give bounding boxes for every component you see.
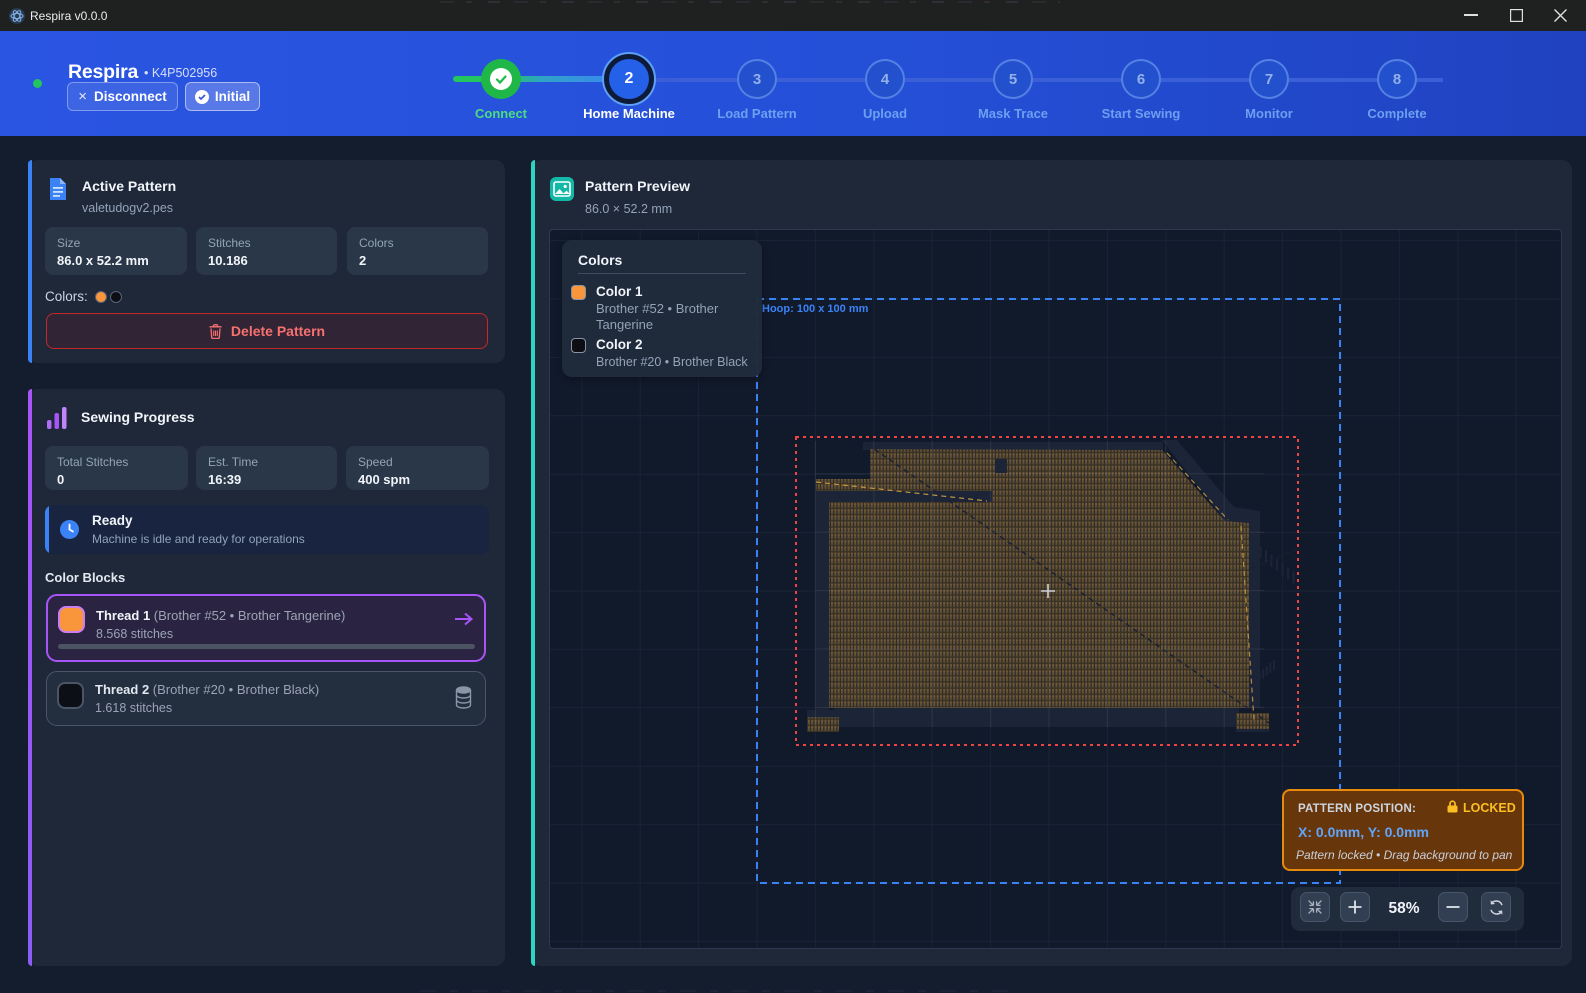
- svg-text:Hoop: 100 x 100 mm: Hoop: 100 x 100 mm: [762, 303, 869, 315]
